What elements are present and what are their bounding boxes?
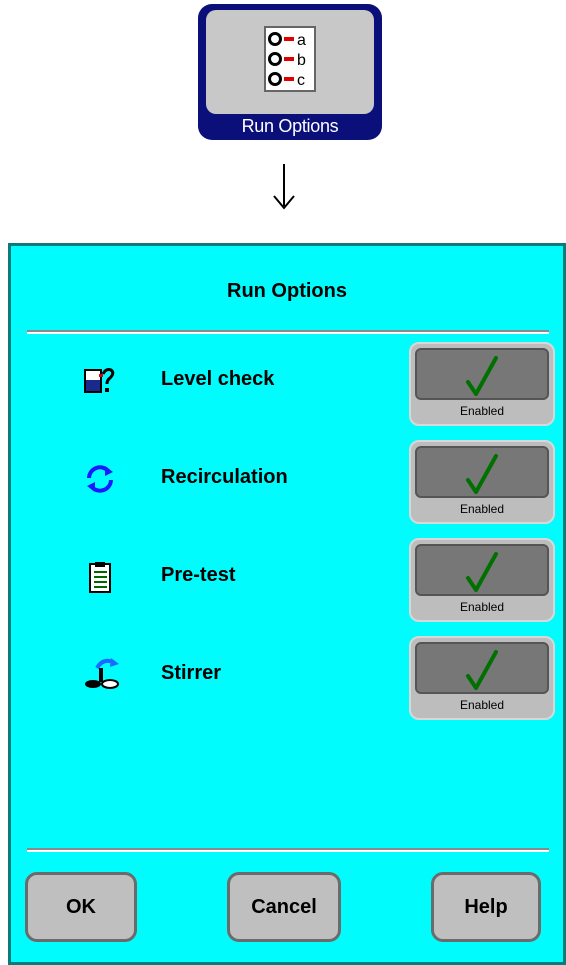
stirrer-icon: [83, 658, 119, 692]
icon-letter-b: b: [297, 52, 306, 69]
run-options-dialog: Run Options Level check Enabled Recircul…: [8, 243, 566, 965]
option-label-stirrer: Stirrer: [161, 662, 222, 684]
level-check-toggle[interactable]: Enabled: [409, 342, 555, 426]
option-row-stirrer: Stirrer Enabled: [11, 636, 563, 722]
toggle-state-label: Enabled: [459, 404, 505, 418]
toggle-face: [415, 446, 549, 498]
cancel-button[interactable]: Cancel: [227, 872, 341, 942]
launcher-label: Run Options: [241, 116, 339, 136]
toggle-face: [415, 642, 549, 694]
option-row-level-check: Level check Enabled: [11, 342, 563, 428]
title-divider: [27, 330, 549, 334]
run-options-launcher-button[interactable]: a b c Run Options: [198, 4, 382, 140]
checkmark-icon: [466, 356, 498, 396]
option-label-pre-test: Pre-test: [161, 564, 236, 586]
toggle-face: [415, 348, 549, 400]
ok-button[interactable]: OK: [25, 872, 137, 942]
dialog-title: Run Options: [227, 280, 347, 302]
option-row-recirculation: Recirculation Enabled: [11, 440, 563, 526]
icon-letter-c: c: [297, 72, 305, 89]
recirculation-icon: [83, 462, 117, 496]
down-arrow-icon: [272, 162, 296, 212]
recirculation-toggle[interactable]: Enabled: [409, 440, 555, 524]
checkmark-icon: [466, 454, 498, 494]
launcher-face: a b c: [206, 10, 374, 114]
option-label-recirculation: Recirculation: [161, 466, 288, 488]
option-row-pre-test: Pre-test Enabled: [11, 538, 563, 624]
checkmark-icon: [466, 650, 498, 690]
level-check-icon: [83, 364, 117, 398]
option-label-level-check: Level check: [161, 368, 275, 390]
icon-letter-a: a: [297, 32, 306, 49]
toggle-state-label: Enabled: [459, 502, 505, 516]
pre-test-icon: [83, 560, 117, 594]
footer-divider: [27, 848, 549, 852]
checkmark-icon: [466, 552, 498, 592]
pre-test-toggle[interactable]: Enabled: [409, 538, 555, 622]
toggle-face: [415, 544, 549, 596]
options-list-icon: a b c: [264, 26, 316, 92]
toggle-state-label: Enabled: [459, 698, 505, 712]
help-button[interactable]: Help: [431, 872, 541, 942]
toggle-state-label: Enabled: [459, 600, 505, 614]
stirrer-toggle[interactable]: Enabled: [409, 636, 555, 720]
